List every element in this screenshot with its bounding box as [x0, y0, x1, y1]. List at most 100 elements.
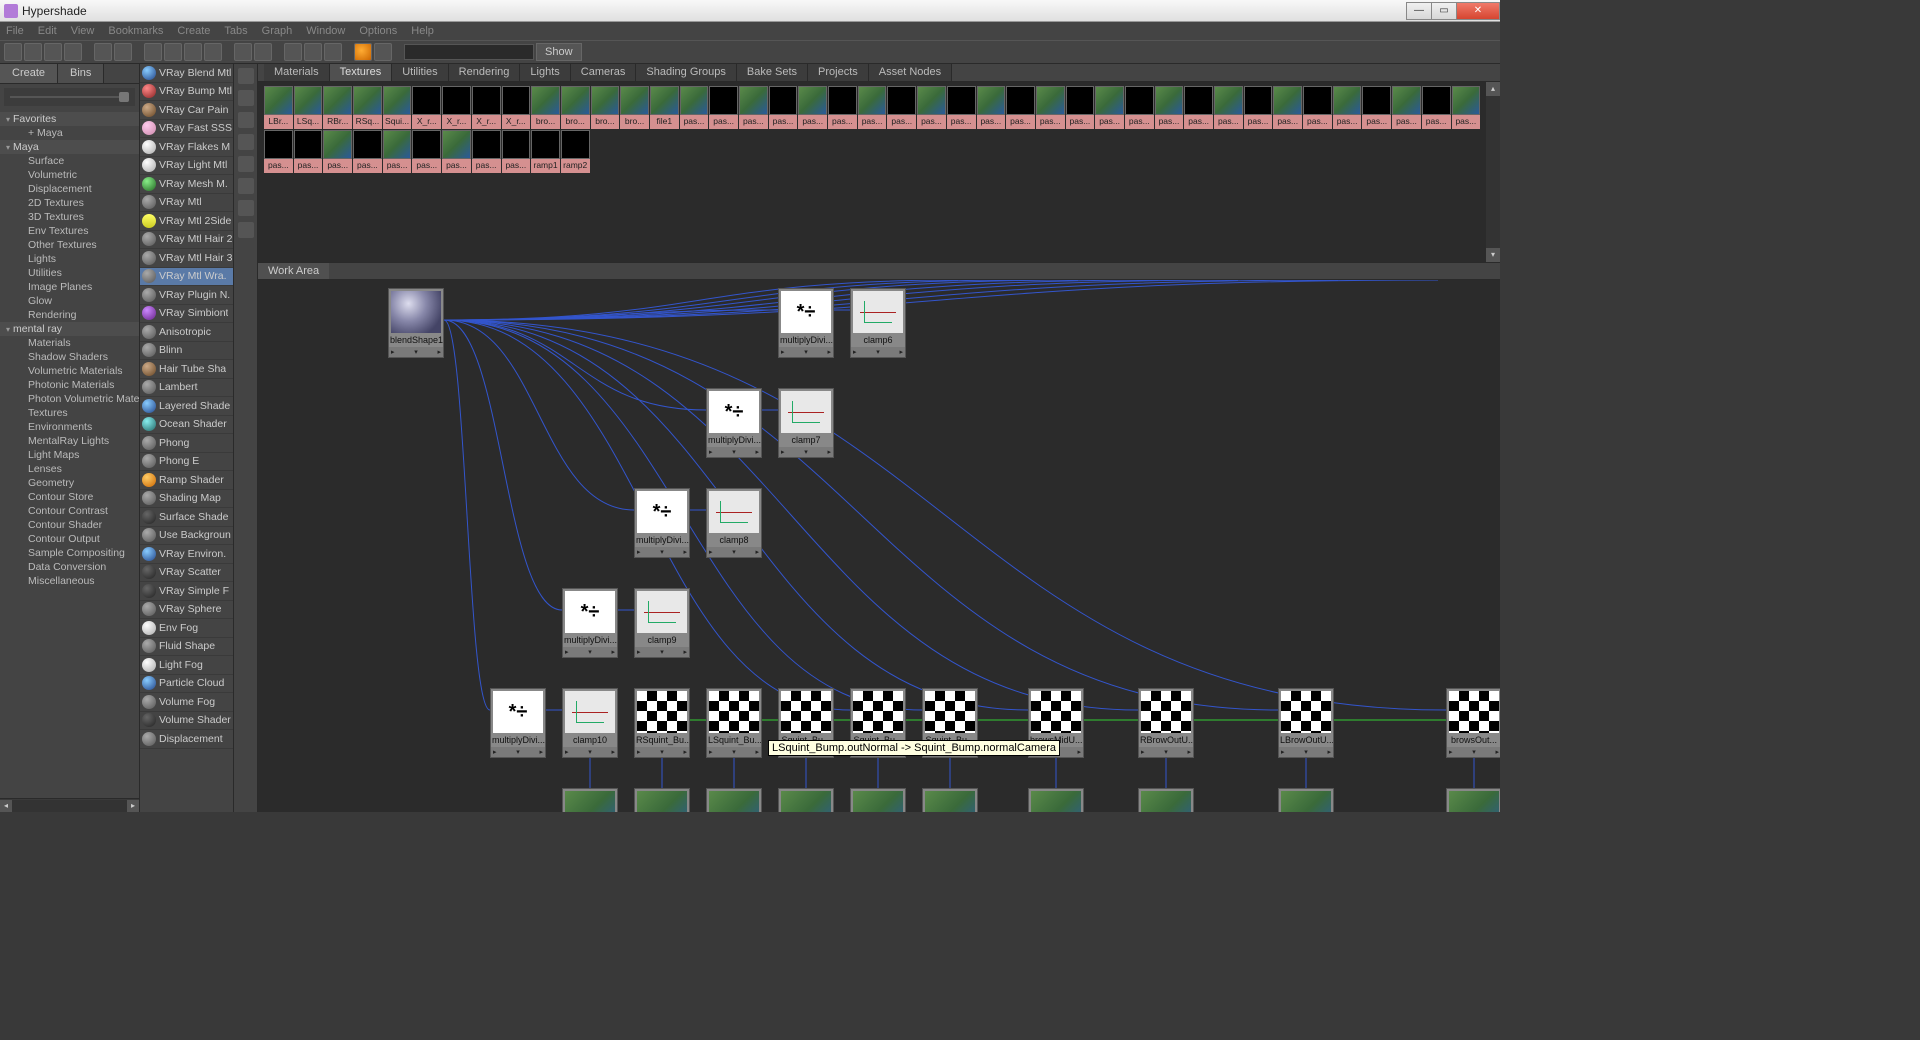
- tree-item[interactable]: Contour Contrast: [0, 504, 139, 518]
- node-file[interactable]: RSquint_Tex...▸▾▸: [634, 788, 690, 812]
- texture-thumb[interactable]: pas...: [1333, 86, 1362, 129]
- tree-item[interactable]: Environments: [0, 420, 139, 434]
- texture-thumb[interactable]: bro...: [531, 86, 560, 129]
- tree-item[interactable]: Env Textures: [0, 224, 139, 238]
- shader-list-item[interactable]: VRay Light Mtl: [140, 157, 233, 176]
- shader-list-item[interactable]: Hair Tube Sha: [140, 360, 233, 379]
- node-file[interactable]: RSquint_Tex...▸▾▸: [1028, 788, 1084, 812]
- texture-thumb[interactable]: pas...: [947, 86, 976, 129]
- shader-list-item[interactable]: Particle Cloud: [140, 675, 233, 694]
- texture-thumb[interactable]: bro...: [591, 86, 620, 129]
- node-blendshape[interactable]: blendShape1▸▾▸: [388, 288, 444, 358]
- texture-thumb[interactable]: pas...: [739, 86, 768, 129]
- texture-thumb[interactable]: pas...: [977, 86, 1006, 129]
- tree-item[interactable]: Data Conversion: [0, 560, 139, 574]
- toolbar-btn[interactable]: [184, 43, 202, 61]
- tree-scrollbar[interactable]: ◂▸: [0, 798, 139, 812]
- texture-thumb[interactable]: pas...: [798, 86, 827, 129]
- node-ports[interactable]: ▸▾▸: [707, 447, 761, 457]
- texture-thumb[interactable]: pas...: [294, 130, 323, 173]
- texture-thumb[interactable]: RBr...: [323, 86, 352, 129]
- texture-thumb[interactable]: X_r...: [412, 86, 441, 129]
- browser-tab[interactable]: Cameras: [571, 64, 637, 81]
- filter-bar[interactable]: [4, 88, 135, 106]
- texture-thumb[interactable]: pas...: [1006, 86, 1035, 129]
- node-bump2d[interactable]: RBrowOutU...▸▾▸: [1138, 688, 1194, 758]
- texture-thumb[interactable]: LSq...: [294, 86, 323, 129]
- tree-item[interactable]: + Maya: [0, 126, 139, 140]
- node-clamp[interactable]: clamp7▸▾▸: [778, 388, 834, 458]
- node-ports[interactable]: ▸▾▸: [635, 647, 689, 657]
- tree-item[interactable]: mental ray: [0, 322, 139, 336]
- node-bump2d[interactable]: RSquint_Bu...▸▾▸: [634, 688, 690, 758]
- node-clamp[interactable]: clamp6▸▾▸: [850, 288, 906, 358]
- tree-item[interactable]: Textures: [0, 406, 139, 420]
- browser-tab[interactable]: Lights: [520, 64, 570, 81]
- texture-thumb[interactable]: pas...: [1244, 86, 1273, 129]
- node-ports[interactable]: ▸▾▸: [491, 747, 545, 757]
- shader-list-item[interactable]: Shading Map: [140, 490, 233, 509]
- texture-thumb[interactable]: pas...: [1452, 86, 1481, 129]
- shader-list-item[interactable]: Phong E: [140, 453, 233, 472]
- tree-item[interactable]: Photon Volumetric Materi...: [0, 392, 139, 406]
- texture-thumb[interactable]: ramp2: [561, 130, 590, 173]
- node-bump2d[interactable]: LSquint_Bu...▸▾▸: [706, 688, 762, 758]
- texture-thumb[interactable]: pas...: [502, 130, 531, 173]
- vstrip-btn[interactable]: [238, 134, 254, 150]
- tree-item[interactable]: Maya: [0, 140, 139, 154]
- menu-view[interactable]: View: [71, 25, 95, 37]
- node-file[interactable]: RSquint_Tex...▸▾▸: [562, 788, 618, 812]
- toolbar-btn[interactable]: [64, 43, 82, 61]
- shader-list-item[interactable]: VRay Simple F: [140, 582, 233, 601]
- texture-shelf[interactable]: LBr...LSq...RBr...RSq...Squi...X_r...X_r…: [258, 82, 1500, 262]
- tree-item[interactable]: Photonic Materials: [0, 378, 139, 392]
- shader-list-item[interactable]: VRay Sphere: [140, 601, 233, 620]
- category-tree[interactable]: Favorites+ MayaMayaSurfaceVolumetricDisp…: [0, 110, 139, 798]
- node-file[interactable]: RSquint_Tex...▸▾▸: [1138, 788, 1194, 812]
- toolbar-btn[interactable]: [44, 43, 62, 61]
- texture-thumb[interactable]: pas...: [769, 86, 798, 129]
- tree-item[interactable]: Other Textures: [0, 238, 139, 252]
- texture-thumb[interactable]: pas...: [412, 130, 441, 173]
- shader-list-item[interactable]: Light Fog: [140, 656, 233, 675]
- toolbar-btn[interactable]: [304, 43, 322, 61]
- menu-tabs[interactable]: Tabs: [224, 25, 247, 37]
- texture-thumb[interactable]: pas...: [1036, 86, 1065, 129]
- toolbar-btn[interactable]: [374, 43, 392, 61]
- texture-thumb[interactable]: ramp1: [531, 130, 560, 173]
- shader-list[interactable]: VRay Blend MtlVRay Bump MtlVRay Car Pain…: [140, 64, 234, 812]
- texture-thumb[interactable]: pas...: [828, 86, 857, 129]
- texture-thumb[interactable]: pas...: [1184, 86, 1213, 129]
- toolbar-btn[interactable]: [254, 43, 272, 61]
- texture-thumb[interactable]: pas...: [442, 130, 471, 173]
- tree-item[interactable]: Miscellaneous: [0, 574, 139, 588]
- texture-thumb[interactable]: pas...: [858, 86, 887, 129]
- texture-thumb[interactable]: pas...: [353, 130, 382, 173]
- texture-thumb[interactable]: bro...: [561, 86, 590, 129]
- node-bump2d[interactable]: browsOut...▸▾▸: [1446, 688, 1500, 758]
- menu-edit[interactable]: Edit: [38, 25, 57, 37]
- shader-list-item[interactable]: VRay Bump Mtl: [140, 83, 233, 102]
- texture-thumb[interactable]: pas...: [264, 130, 293, 173]
- node-file[interactable]: RSquint_Tex...▸▾▸: [850, 788, 906, 812]
- shader-list-item[interactable]: Volume Fog: [140, 693, 233, 712]
- shader-list-item[interactable]: VRay Plugin N.: [140, 286, 233, 305]
- shader-list-item[interactable]: VRay Mtl Wra.: [140, 268, 233, 287]
- tree-item[interactable]: Geometry: [0, 476, 139, 490]
- toolbar-btn[interactable]: [164, 43, 182, 61]
- node-ports[interactable]: ▸▾▸: [1139, 747, 1193, 757]
- tree-item[interactable]: Glow: [0, 294, 139, 308]
- toolbar-btn[interactable]: [234, 43, 252, 61]
- tree-item[interactable]: Displacement: [0, 182, 139, 196]
- shader-list-item[interactable]: VRay Scatter: [140, 564, 233, 583]
- vstrip-btn[interactable]: [238, 68, 254, 84]
- texture-thumb[interactable]: X_r...: [472, 86, 501, 129]
- shader-list-item[interactable]: VRay Mtl 2Side: [140, 212, 233, 231]
- tree-item[interactable]: Lenses: [0, 462, 139, 476]
- tree-item[interactable]: Materials: [0, 336, 139, 350]
- node-clamp[interactable]: clamp8▸▾▸: [706, 488, 762, 558]
- texture-thumb[interactable]: file1: [650, 86, 679, 129]
- texture-thumb[interactable]: bro...: [620, 86, 649, 129]
- node-ports[interactable]: ▸▾▸: [1447, 747, 1500, 757]
- shader-list-item[interactable]: Anisotropic: [140, 323, 233, 342]
